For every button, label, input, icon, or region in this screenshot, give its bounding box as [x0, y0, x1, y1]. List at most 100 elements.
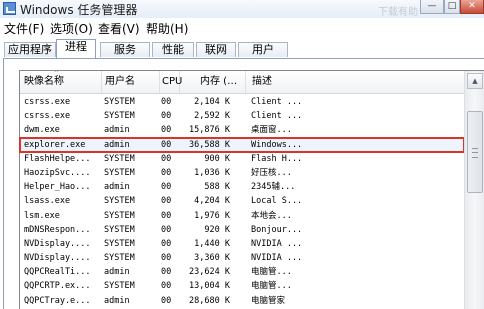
- scrollbar-thumb[interactable]: [467, 111, 483, 193]
- table-row[interactable]: QQPCRTP.ex... SYSTEM 00 13,004 K 电脑管...: [20, 279, 464, 293]
- tab-users[interactable]: 用户: [238, 42, 288, 57]
- process-user: SYSTEM: [104, 238, 135, 249]
- column-header-row: ^ 映像名称 用户名 CPU 内存 (… 描述: [20, 70, 464, 94]
- process-name: FlashHelpe...: [24, 153, 91, 164]
- table-row[interactable]: FlashHelpe... SYSTEM 00 900 K Flash H...: [20, 152, 464, 166]
- process-memory: 2,104 K: [194, 97, 230, 107]
- process-user: admin: [104, 267, 130, 278]
- process-user: SYSTEM: [104, 196, 135, 207]
- process-user: admin: [104, 295, 130, 306]
- process-cpu: 00: [161, 210, 172, 221]
- process-name: NVDisplay....: [24, 253, 91, 264]
- process-cpu: 00: [161, 125, 172, 136]
- process-cpu: 00: [161, 281, 172, 292]
- menu-help[interactable]: 帮助(H): [146, 20, 188, 37]
- process-description: 电脑管...: [251, 281, 292, 292]
- process-cpu: 00: [161, 97, 172, 107]
- process-description: Client ...: [251, 97, 303, 107]
- process-memory: 2,592 K: [194, 111, 230, 122]
- process-description: 2345辅...: [251, 182, 296, 193]
- column-header-description[interactable]: 描述: [246, 71, 464, 93]
- process-cpu: 00: [161, 238, 172, 249]
- process-memory: 1,036 K: [194, 167, 230, 178]
- process-user: admin: [104, 139, 130, 150]
- process-memory: 28,680 K: [189, 295, 230, 306]
- process-memory: 36,588 K: [189, 139, 230, 150]
- process-user: SYSTEM: [104, 281, 135, 292]
- process-description: Local S...: [251, 196, 303, 207]
- table-row[interactable]: lsm.exe SYSTEM 00 1,976 K 本地会...: [20, 209, 464, 223]
- process-description: 好压核...: [251, 167, 292, 178]
- vertical-scrollbar[interactable]: ▲: [464, 71, 484, 309]
- process-description: Client ...: [251, 111, 303, 122]
- process-name: HaozipSvc....: [24, 167, 91, 178]
- process-memory: 900 K: [204, 153, 230, 164]
- process-name: dwm.exe: [24, 125, 60, 136]
- process-description: Windows...: [251, 139, 303, 150]
- process-cpu: 00: [161, 196, 172, 207]
- process-memory: 23,624 K: [189, 267, 230, 278]
- menu-file[interactable]: 文件(F): [4, 20, 44, 37]
- table-row[interactable]: dwm.exe admin 00 15,876 K 桌面窗...: [20, 123, 464, 137]
- process-name: csrss.exe: [24, 97, 71, 107]
- process-user: SYSTEM: [104, 97, 135, 107]
- tab-networking[interactable]: 联网: [196, 42, 236, 57]
- process-cpu: 00: [161, 253, 172, 264]
- column-header-image-name[interactable]: ^ 映像名称: [20, 70, 102, 93]
- menu-options[interactable]: 选项(O): [50, 20, 93, 37]
- minimize-button[interactable]: —: [420, 0, 444, 14]
- tab-services[interactable]: 服务: [100, 42, 150, 57]
- process-name: csrss.exe: [24, 111, 71, 122]
- process-memory: 15,876 K: [189, 125, 230, 136]
- process-name: lsass.exe: [24, 196, 71, 207]
- process-description: 桌面窗...: [251, 125, 292, 136]
- process-memory: 4,204 K: [194, 196, 230, 207]
- table-row[interactable]: csrss.exe SYSTEM 00 2,104 K Client ...: [20, 95, 464, 109]
- table-row[interactable]: Helper_Hao... admin 00 588 K 2345辅...: [20, 180, 464, 194]
- process-user: SYSTEM: [104, 224, 135, 235]
- maximize-button[interactable]: □: [444, 0, 460, 14]
- table-row[interactable]: HaozipSvc.... SYSTEM 00 1,036 K 好压核...: [20, 166, 464, 180]
- tab-applications[interactable]: 应用程序: [4, 42, 56, 57]
- process-user: SYSTEM: [104, 210, 135, 221]
- scroll-up-arrow-icon[interactable]: ▲: [467, 73, 483, 89]
- column-header-memory[interactable]: 内存 (…: [180, 71, 246, 93]
- process-name: QQPCRTP.ex...: [24, 281, 91, 292]
- menu-view[interactable]: 查看(V): [98, 20, 140, 37]
- process-cpu: 00: [161, 139, 172, 150]
- sort-indicator-icon: ^: [54, 70, 60, 77]
- table-row[interactable]: lsass.exe SYSTEM 00 4,204 K Local S...: [20, 194, 464, 208]
- process-cpu: 00: [161, 153, 172, 164]
- column-header-cpu[interactable]: CPU: [160, 71, 182, 93]
- process-user: SYSTEM: [104, 167, 135, 178]
- menu-bar: 文件(F) 选项(O) 查看(V) 帮助(H): [0, 18, 484, 36]
- tab-processes[interactable]: 进程: [56, 39, 96, 58]
- process-user: admin: [104, 182, 130, 193]
- title-bar: Windows 任务管理器 下载有助 — □ ✕: [0, 0, 484, 20]
- process-cpu: 00: [161, 167, 172, 178]
- table-row[interactable]: QQPCTray.e... admin 00 28,680 K 电脑管家: [20, 294, 464, 308]
- table-row[interactable]: csrss.exe SYSTEM 00 2,592 K Client ...: [20, 109, 464, 123]
- table-row[interactable]: mDNSRespon... SYSTEM 00 920 K Bonjour...: [20, 223, 464, 237]
- window-title: Windows 任务管理器: [20, 3, 138, 17]
- process-name: Helper_Hao...: [24, 182, 91, 193]
- process-name: NVDisplay....: [24, 238, 91, 249]
- tab-strip: 应用程序 进程 服务 性能 联网 用户: [0, 38, 484, 58]
- process-cpu: 00: [161, 267, 172, 278]
- process-memory: 13,004 K: [189, 281, 230, 292]
- process-name: QQPCTray.e...: [24, 295, 91, 306]
- table-row-selected[interactable]: explorer.exe admin 00 36,588 K Windows...: [19, 136, 465, 153]
- close-button[interactable]: ✕: [460, 0, 484, 14]
- process-rows: csrss.exe SYSTEM 00 2,104 K Client ... csrss…: [19, 95, 465, 308]
- table-row[interactable]: NVDisplay.... SYSTEM 00 3,360 K NVIDIA ...: [20, 251, 464, 265]
- grip-icon: [472, 148, 478, 158]
- process-memory: 3,360 K: [194, 253, 230, 264]
- task-manager-icon: [3, 2, 16, 15]
- column-header-user[interactable]: 用户名: [102, 71, 160, 93]
- background-ghost-text: 下载有助: [378, 7, 418, 18]
- process-name: lsm.exe: [24, 210, 60, 221]
- table-row[interactable]: QQPCRealTi... admin 00 23,624 K 电脑管...: [20, 265, 464, 279]
- tab-performance[interactable]: 性能: [152, 42, 194, 57]
- table-row[interactable]: NVDisplay.... SYSTEM 00 1,440 K NVIDIA ...: [20, 237, 464, 251]
- process-user: SYSTEM: [104, 111, 135, 122]
